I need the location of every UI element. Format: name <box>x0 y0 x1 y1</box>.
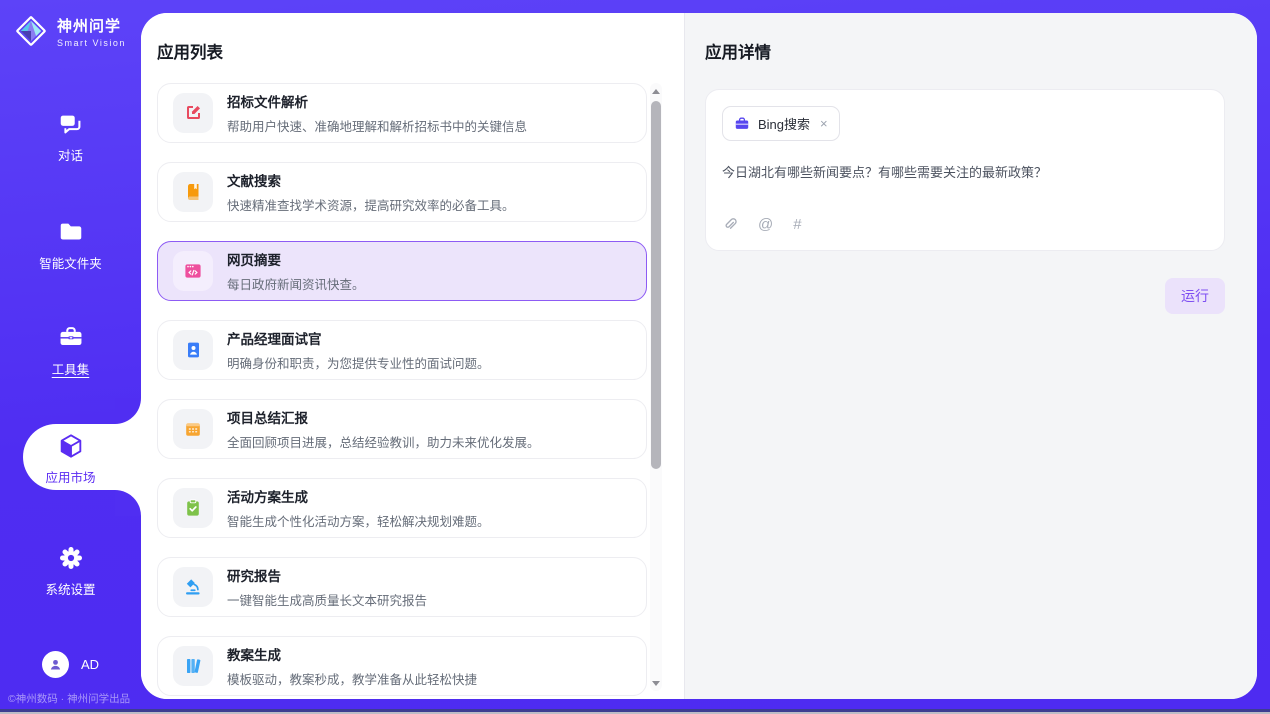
person-icon <box>47 656 64 673</box>
sidebar-item-label: 系统设置 <box>45 579 95 598</box>
diamond-logo-icon <box>13 13 49 49</box>
app-card-bid-analysis[interactable]: 招标文件解析 帮助用户快速、准确地理解和解析招标书中的关键信息 <box>157 83 647 143</box>
app-list-panel: 应用列表 招标文件解析 帮助用户快速、准确地理解和解析招标书中的关键信息 <box>141 13 684 699</box>
briefcase-icon <box>734 116 750 132</box>
bid-document-icon <box>173 93 213 133</box>
brand-subtitle: Smart Vision <box>57 38 126 48</box>
sidebar-item-system-settings[interactable]: 系统设置 <box>0 544 141 598</box>
app-title: 活动方案生成 <box>227 486 490 506</box>
hash-icon[interactable]: # <box>793 217 801 232</box>
user-initials: AD <box>81 657 99 672</box>
scrollbar-up-arrow[interactable] <box>650 85 662 97</box>
sidebar-item-chat[interactable]: 对话 <box>0 110 141 164</box>
app-description: 全面回顾项目进展，总结经验教训，助力未来优化发展。 <box>227 432 540 451</box>
prompt-text[interactable]: 今日湖北有哪些新闻要点？有哪些需要关注的最新政策？ <box>722 163 1208 183</box>
sidebar-item-smart-folder[interactable]: 智能文件夹 <box>0 218 141 272</box>
attachment-icon[interactable] <box>722 216 738 232</box>
sidebar-item-label: 工具集 <box>52 359 90 378</box>
copyright-footer: ©神州数码 · 神州问学出品 <box>8 691 130 706</box>
calendar-report-icon <box>173 409 213 449</box>
app-card-pm-interviewer[interactable]: 产品经理面试官 明确身份和职责，为您提供专业性的面试问题。 <box>157 320 647 380</box>
sidebar: 神州问学 Smart Vision 对话 智能文件夹 <box>0 0 141 714</box>
app-card-activity-plan[interactable]: 活动方案生成 智能生成个性化活动方案，轻松解决规划难题。 <box>157 478 647 538</box>
books-icon <box>173 646 213 686</box>
sidebar-item-app-marketplace[interactable]: 应用市场 <box>0 432 141 486</box>
webpage-code-icon <box>173 251 213 291</box>
book-icon <box>173 172 213 212</box>
scrollbar-thumb[interactable] <box>651 101 661 469</box>
chat-icon <box>57 110 85 138</box>
app-description: 快速精准查找学术资源，提高研究效率的必备工具。 <box>227 195 515 214</box>
input-toolbar: @ # <box>722 216 1208 234</box>
app-card-research-report[interactable]: 研究报告 一键智能生成高质量长文本研究报告 <box>157 557 647 617</box>
app-card-literature-search[interactable]: 文献搜索 快速精准查找学术资源，提高研究效率的必备工具。 <box>157 162 647 222</box>
sidebar-item-label: 智能文件夹 <box>39 253 102 272</box>
brand-logo: 神州问学 Smart Vision <box>13 13 126 49</box>
app-card-lesson-plan[interactable]: 教案生成 模板驱动，教案秒成，教学准备从此轻松快捷 <box>157 636 647 696</box>
app-list-scrollbar[interactable] <box>650 83 662 691</box>
app-title: 教案生成 <box>227 644 477 664</box>
app-title: 招标文件解析 <box>227 91 527 111</box>
app-description: 模板驱动，教案秒成，教学准备从此轻松快捷 <box>227 669 477 688</box>
avatar <box>42 651 69 678</box>
app-card-project-summary[interactable]: 项目总结汇报 全面回顾项目进展，总结经验教训，助力未来优化发展。 <box>157 399 647 459</box>
mention-icon[interactable]: @ <box>758 217 773 232</box>
app-title: 项目总结汇报 <box>227 407 540 427</box>
app-description: 智能生成个性化活动方案，轻松解决规划难题。 <box>227 511 490 530</box>
app-detail-title: 应用详情 <box>705 39 1257 63</box>
app-title: 产品经理面试官 <box>227 328 490 348</box>
close-icon[interactable]: × <box>820 116 828 131</box>
app-description: 明确身份和职责，为您提供专业性的面试问题。 <box>227 353 490 372</box>
cube-icon <box>57 432 85 460</box>
app-description: 一键智能生成高质量长文本研究报告 <box>227 590 427 609</box>
sidebar-item-toolset[interactable]: 工具集 <box>0 324 141 378</box>
app-detail-panel: 应用详情 Bing搜索 × 今日湖北有哪些新闻要点？有哪些需要关注的最新政策？ <box>684 13 1257 699</box>
run-button[interactable]: 运行 <box>1165 278 1225 314</box>
app-list-title: 应用列表 <box>157 39 684 63</box>
brand-name: 神州问学 <box>57 15 126 36</box>
sidebar-item-label: 对话 <box>58 145 83 164</box>
app-title: 研究报告 <box>227 565 427 585</box>
toolbox-icon <box>57 324 85 352</box>
app-title: 网页摘要 <box>227 249 365 269</box>
sidebar-item-label: 应用市场 <box>45 467 95 486</box>
blob-curve-top <box>115 398 141 424</box>
folder-icon <box>57 218 85 246</box>
app-description: 每日政府新闻资讯快查。 <box>227 274 365 293</box>
app-title: 文献搜索 <box>227 170 515 190</box>
microscope-icon <box>173 567 213 607</box>
blob-curve-bottom <box>115 490 141 516</box>
user-account[interactable]: AD <box>0 651 141 678</box>
scrollbar-down-arrow[interactable] <box>650 677 662 689</box>
content-sheet: 应用列表 招标文件解析 帮助用户快速、准确地理解和解析招标书中的关键信息 <box>141 13 1257 699</box>
app-description: 帮助用户快速、准确地理解和解析招标书中的关键信息 <box>227 116 527 135</box>
tool-chip-label: Bing搜索 <box>758 114 810 133</box>
resume-icon <box>173 330 213 370</box>
prompt-input-card[interactable]: Bing搜索 × 今日湖北有哪些新闻要点？有哪些需要关注的最新政策？ @ # <box>705 89 1225 251</box>
clipboard-check-icon <box>173 488 213 528</box>
app-list: 招标文件解析 帮助用户快速、准确地理解和解析招标书中的关键信息 文献搜索 快速精… <box>157 83 647 699</box>
gear-icon <box>57 544 85 572</box>
app-card-web-summary[interactable]: 网页摘要 每日政府新闻资讯快查。 <box>157 241 647 301</box>
tool-chip-bing-search[interactable]: Bing搜索 × <box>722 106 840 141</box>
